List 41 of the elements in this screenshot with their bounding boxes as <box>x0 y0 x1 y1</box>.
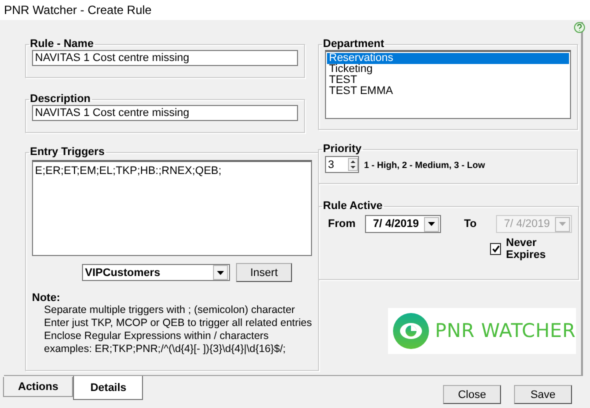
dialog-button[interactable]: Close <box>443 385 501 404</box>
note-line: examples: ER;TKP;PNR;/^(\d{4}[- ]){3}\d{4}|\d{16}$/; <box>44 343 287 356</box>
group-title: Rule Active <box>322 200 384 212</box>
group-title: Priority <box>322 143 363 155</box>
logo-text: PNR WATCHER <box>435 320 576 342</box>
priority-hint: 1 - High, 2 - Medium, 3 - Low <box>364 160 486 170</box>
group-title: Entry Triggers <box>29 146 106 158</box>
note-line: Enclose Regular Expressions within / characters <box>44 330 270 343</box>
from-label: From <box>328 218 356 230</box>
spin-field[interactable]: 3 <box>325 156 359 173</box>
spin-arrows-icon[interactable] <box>348 158 358 171</box>
note-line: Enter just TKP, MCOP or QEB to trigger all related entries <box>44 317 312 330</box>
note-title: Note: <box>32 292 62 304</box>
group-title: Rule - Name <box>29 38 95 50</box>
dropdown[interactable]: VIPCustomers <box>82 264 230 281</box>
list-item[interactable]: Ticketing <box>327 64 569 75</box>
dialog-button[interactable]: Save <box>514 385 572 404</box>
checkbox-label: Never Expires <box>506 237 547 261</box>
caret-icon <box>424 216 439 232</box>
checkbox[interactable] <box>490 243 501 255</box>
list-item[interactable]: TEST <box>327 75 569 86</box>
window-title: PNR Watcher - Create Rule <box>0 0 590 20</box>
description-field[interactable]: NAVITAS 1 Cost centre missing <box>32 105 298 121</box>
caret-icon <box>213 265 228 280</box>
list-item[interactable]: TEST EMMA <box>327 86 569 97</box>
department-list[interactable]: Reservations Ticketing TEST TEST EMMA <box>325 50 571 119</box>
name-field[interactable]: NAVITAS 1 Cost centre missing <box>32 50 298 66</box>
triggers-field[interactable]: E;ER;ET;EM;EL;TKP;HB:;RNEX;QEB; <box>32 160 312 256</box>
list-item[interactable]: Reservations <box>327 53 569 64</box>
tab[interactable]: Details <box>73 376 144 400</box>
to-label: To <box>464 218 478 230</box>
insert-button[interactable]: Insert <box>236 263 292 282</box>
group-title: Description <box>29 93 92 105</box>
note-line: Separate multiple triggers with ; (semicolon) character <box>44 304 296 317</box>
date-picker[interactable]: 7/ 4/2019 <box>365 215 441 233</box>
eye-logo-icon <box>393 313 429 349</box>
caret-icon <box>555 216 570 232</box>
tab[interactable]: Actions <box>3 377 74 397</box>
group-title: Department <box>322 38 386 50</box>
help-icon[interactable] <box>574 22 585 33</box>
date-picker: 7/ 4/2019 <box>496 215 572 233</box>
